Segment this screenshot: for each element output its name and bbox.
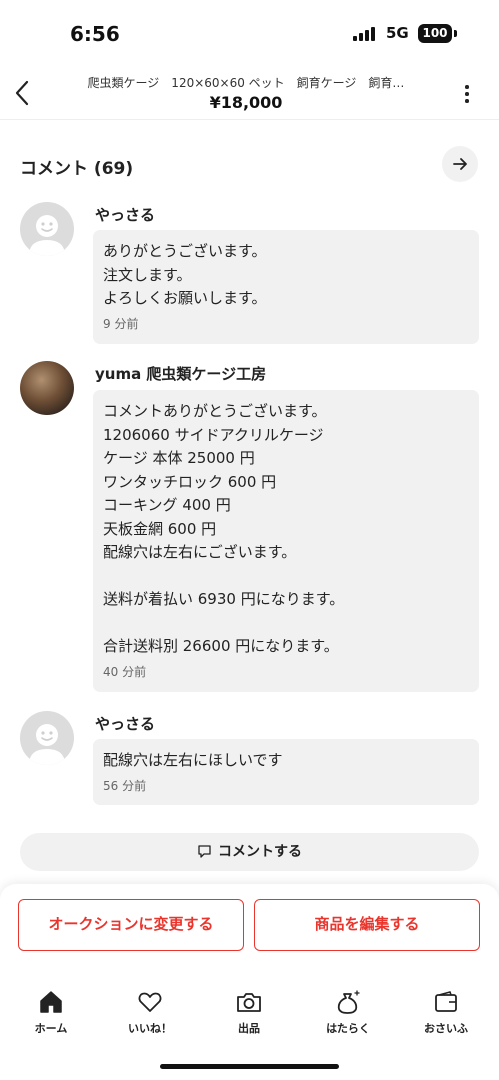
user-photo-avatar[interactable] bbox=[20, 361, 74, 415]
chevron-left-icon bbox=[15, 80, 29, 106]
default-avatar-icon[interactable] bbox=[20, 711, 74, 765]
signal-icon bbox=[353, 27, 377, 41]
more-options-button[interactable] bbox=[456, 84, 476, 104]
battery-icon: 100 bbox=[418, 24, 452, 43]
battery-tip bbox=[454, 30, 457, 37]
item-title: 爬虫類ケージ 120×60×60 ペット 飼育ケージ 飼育… bbox=[87, 76, 405, 90]
speech-bubble-icon bbox=[198, 845, 211, 858]
comment-author[interactable]: やっさる bbox=[95, 713, 155, 734]
tab-label: いいね！ bbox=[128, 1022, 172, 1035]
back-button[interactable] bbox=[8, 76, 38, 110]
comment-button-label: コメントする bbox=[218, 844, 302, 860]
tab-label: はたらく bbox=[326, 1022, 370, 1035]
comment-text: コメントありがとうございます。 1206060 サイドアクリルケージ ケージ 本… bbox=[103, 402, 345, 655]
tab-label: ホーム bbox=[34, 1022, 68, 1035]
item-price: ¥18,000 bbox=[209, 93, 283, 112]
comments-title: コメント (69) bbox=[20, 159, 134, 179]
comment-bubble: ありがとうございます。 注文します。 よろしくお願いします。 9 分前 bbox=[93, 230, 479, 344]
item-header: 爬虫類ケージ 120×60×60 ペット 飼育ケージ 飼育… ¥18,000 bbox=[0, 64, 499, 120]
home-indicator bbox=[160, 1064, 339, 1069]
heart-icon bbox=[138, 992, 162, 1012]
status-bar: 6:56 5G 100 bbox=[0, 0, 499, 64]
status-time: 6:56 bbox=[70, 22, 120, 46]
tab-home[interactable]: ホーム bbox=[6, 989, 96, 1039]
comment-text: ありがとうございます。 注文します。 よろしくお願いします。 bbox=[103, 242, 267, 307]
tab-likes[interactable]: いいね！ bbox=[105, 989, 195, 1039]
comment-author[interactable]: やっさる bbox=[95, 204, 155, 225]
comment-button-content: コメントする bbox=[20, 833, 479, 871]
network-label: 5G bbox=[386, 24, 409, 42]
default-avatar-icon[interactable] bbox=[20, 202, 74, 256]
comment-button[interactable]: コメントする bbox=[20, 833, 479, 871]
action-panel: オークションに変更する 商品を編集する bbox=[0, 884, 499, 1080]
comments-expand-button[interactable] bbox=[442, 146, 478, 182]
edit-item-button[interactable]: 商品を編集する bbox=[254, 899, 480, 951]
tab-label: 出品 bbox=[238, 1022, 260, 1035]
comment-bubble: コメントありがとうございます。 1206060 サイドアクリルケージ ケージ 本… bbox=[93, 390, 479, 692]
home-icon bbox=[40, 991, 62, 1013]
tab-label: おさいふ bbox=[424, 1022, 468, 1035]
change-to-auction-button[interactable]: オークションに変更する bbox=[18, 899, 244, 951]
tab-sell[interactable]: 出品 bbox=[204, 989, 294, 1039]
comment-bubble: 配線穴は左右にほしいです 56 分前 bbox=[93, 739, 479, 805]
tab-work[interactable]: はたらく bbox=[303, 989, 393, 1039]
wallet-icon bbox=[435, 991, 457, 1012]
comment-text: 配線穴は左右にほしいです bbox=[103, 751, 283, 769]
camera-icon bbox=[237, 993, 261, 1012]
tab-wallet[interactable]: おさいふ bbox=[401, 989, 491, 1039]
comment-author[interactable]: yuma 爬虫類ケージ工房 bbox=[95, 363, 266, 384]
money-bag-icon bbox=[337, 990, 360, 1014]
comment-time: 40 分前 bbox=[103, 664, 147, 679]
arrow-right-icon bbox=[453, 158, 467, 170]
comment-time: 56 分前 bbox=[103, 778, 147, 793]
comment-time: 9 分前 bbox=[103, 316, 139, 331]
